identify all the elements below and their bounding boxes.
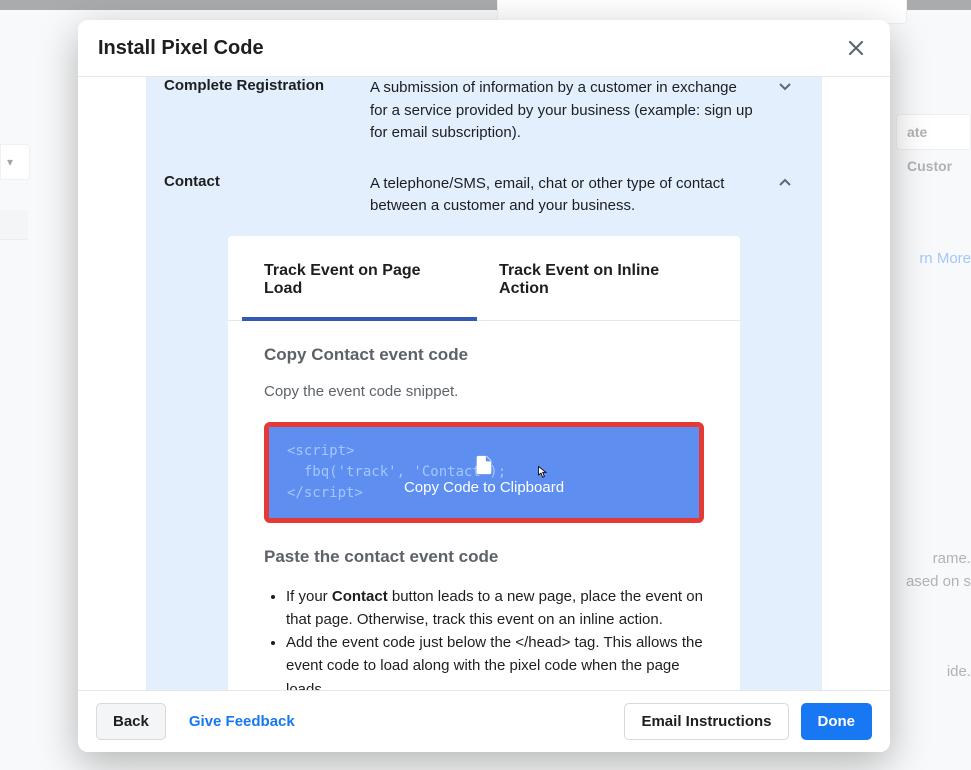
clipboard-icon [473, 453, 495, 477]
chevron-up-icon [776, 173, 794, 218]
chevron-down-icon [776, 77, 794, 145]
give-feedback-link[interactable]: Give Feedback [184, 703, 300, 740]
tab-inline-action[interactable]: Track Event on Inline Action [477, 236, 726, 320]
event-row-contact[interactable]: Contact A telephone/SMS, email, chat or … [146, 159, 822, 232]
done-button[interactable]: Done [801, 703, 873, 740]
close-icon [847, 39, 865, 57]
copy-code-section: Copy Contact event code Copy the event c… [228, 321, 740, 691]
back-button[interactable]: Back [96, 703, 166, 740]
install-pixel-modal: Install Pixel Code Complete Registration… [78, 20, 890, 752]
list-item: Add the event code just below the </head… [286, 631, 704, 690]
modal-title: Install Pixel Code [98, 37, 264, 60]
event-description: A telephone/SMS, email, chat or other ty… [370, 173, 756, 218]
code-block-highlighted: <script> fbq('track', 'Contact'); </scri… [264, 422, 704, 523]
modal-footer: Back Give Feedback Email Instructions Do… [78, 690, 890, 752]
modal-header: Install Pixel Code [78, 20, 890, 77]
tab-page-load[interactable]: Track Event on Page Load [242, 236, 477, 320]
scroll-area[interactable]: Complete Registration A submission of in… [78, 77, 890, 690]
copy-section-sub: Copy the event code snippet. [264, 383, 704, 400]
close-button[interactable] [842, 34, 870, 62]
paste-instructions-list: If your Contact button leads to a new pa… [264, 585, 704, 691]
event-row-complete-registration[interactable]: Complete Registration A submission of in… [146, 77, 822, 159]
email-instructions-button[interactable]: Email Instructions [624, 703, 788, 740]
paste-section-heading: Paste the contact event code [264, 547, 704, 567]
copy-to-clipboard-button[interactable]: Copy Code to Clipboard [269, 432, 699, 518]
copy-section-heading: Copy Contact event code [264, 345, 704, 365]
event-label: Contact [160, 173, 350, 218]
cursor-pointer-icon [531, 463, 551, 485]
list-item: If your Contact button leads to a new pa… [286, 585, 704, 632]
events-panel: Complete Registration A submission of in… [146, 77, 822, 690]
event-description: A submission of information by a custome… [370, 77, 756, 145]
modal-body: Complete Registration A submission of in… [78, 77, 890, 690]
event-label: Complete Registration [160, 77, 350, 145]
event-content-card: Track Event on Page Load Track Event on … [228, 236, 740, 691]
tabs: Track Event on Page Load Track Event on … [228, 236, 740, 321]
